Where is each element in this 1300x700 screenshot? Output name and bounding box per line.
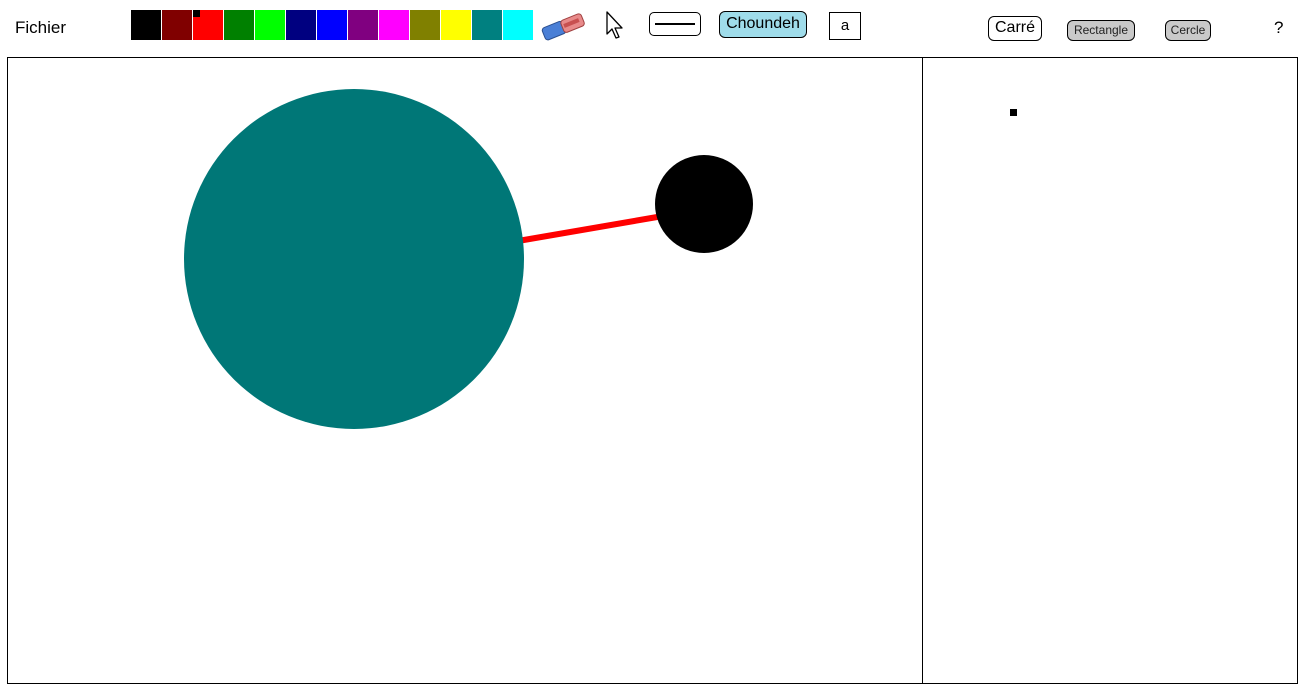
- color-swatch-maroon[interactable]: [162, 10, 192, 40]
- brush-size-preview: [1010, 109, 1017, 116]
- file-menu[interactable]: Fichier: [15, 18, 66, 38]
- color-palette: [131, 10, 534, 40]
- side-panel: [922, 57, 1298, 684]
- square-shape-button[interactable]: Carré: [988, 16, 1042, 41]
- drawing-canvas[interactable]: [7, 57, 923, 684]
- color-swatch-blue[interactable]: [317, 10, 347, 40]
- line-width-button[interactable]: [649, 12, 701, 36]
- color-swatch-teal[interactable]: [472, 10, 502, 40]
- color-swatch-black[interactable]: [131, 10, 161, 40]
- drawn-black-circle[interactable]: [655, 155, 753, 253]
- color-swatch-lime[interactable]: [255, 10, 285, 40]
- choundeh-button[interactable]: Choundeh: [719, 11, 807, 38]
- eraser-icon: [541, 13, 585, 41]
- color-swatch-yellow[interactable]: [441, 10, 471, 40]
- color-swatch-magenta[interactable]: [379, 10, 409, 40]
- drawn-teal-circle[interactable]: [184, 89, 524, 429]
- toolbar: Fichier Choundeh a Carré Rectangle Cercl…: [0, 0, 1300, 56]
- drawn-red-line[interactable]: [517, 213, 664, 244]
- color-swatch-cyan[interactable]: [503, 10, 533, 40]
- color-swatch-green[interactable]: [224, 10, 254, 40]
- color-swatch-olive[interactable]: [410, 10, 440, 40]
- line-stroke-icon: [655, 23, 695, 25]
- rectangle-shape-button[interactable]: Rectangle: [1067, 20, 1135, 41]
- canvas-drawing-layer: [184, 89, 753, 429]
- color-swatch-purple[interactable]: [348, 10, 378, 40]
- color-swatch-red[interactable]: [193, 10, 223, 40]
- selected-color-marker: [193, 10, 200, 17]
- circle-shape-button[interactable]: Cercle: [1165, 20, 1211, 41]
- eraser-button[interactable]: [538, 10, 590, 42]
- text-tool-button[interactable]: a: [829, 12, 861, 40]
- color-swatch-navy[interactable]: [286, 10, 316, 40]
- cursor-arrow-icon: [606, 11, 623, 39]
- select-pointer-button[interactable]: [603, 10, 629, 42]
- help-button[interactable]: ?: [1274, 18, 1283, 38]
